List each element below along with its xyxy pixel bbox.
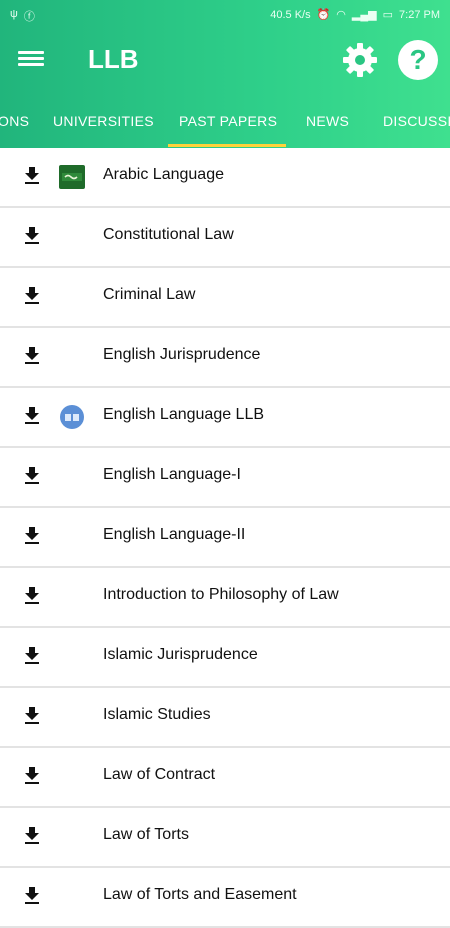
signal-icon: ▂▄▆ <box>351 9 377 21</box>
toolbar: LLB ? <box>0 30 450 92</box>
tab-ons[interactable]: ONS <box>0 100 29 148</box>
list-item-label: Islamic Jurisprudence <box>103 646 258 663</box>
status-bar: ψ ⓕ 40.5 K/s ⏰ ◠ ▂▄▆ ▭ 7:27 PM <box>0 0 450 30</box>
list-item-label: English Language LLB <box>103 406 265 423</box>
facebook-icon: ⓕ <box>23 11 35 23</box>
list-item-label: English Language-I <box>103 466 241 483</box>
download-icon[interactable] <box>20 464 44 488</box>
past-papers-list: Arabic Language Constitutional Law Crimina… <box>0 148 450 928</box>
hamburger-menu-icon[interactable] <box>18 48 44 70</box>
list-item-label: Constitutional Law <box>103 226 234 243</box>
list-item-label: Islamic Studies <box>103 706 211 723</box>
wifi-icon: ◠ <box>336 9 346 21</box>
tab-past-papers[interactable]: PAST PAPERS <box>179 100 277 148</box>
usb-icon: ψ <box>10 8 18 20</box>
tab-bar: ONS UNIVERSITIES PAST PAPERS NEWS DISCUS… <box>0 100 450 148</box>
active-tab-indicator <box>168 144 286 147</box>
english-book-icon <box>58 404 86 430</box>
list-item-label: Introduction to Philosophy of Law <box>103 586 339 603</box>
list-item-label: Law of Torts <box>103 826 189 843</box>
download-icon[interactable] <box>20 704 44 728</box>
tab-news[interactable]: NEWS <box>306 100 349 148</box>
page-title: LLB <box>88 44 139 74</box>
list-item[interactable]: Criminal Law <box>0 268 450 328</box>
list-item[interactable]: Islamic Jurisprudence <box>0 628 450 688</box>
list-item-label: English Jurisprudence <box>103 346 261 363</box>
arabic-book-icon <box>58 164 86 190</box>
app-bar: ψ ⓕ 40.5 K/s ⏰ ◠ ▂▄▆ ▭ 7:27 PM LLB ? ONS… <box>0 0 450 148</box>
list-item[interactable]: Islamic Studies <box>0 688 450 748</box>
list-item-label: Law of Torts and Easement <box>103 886 297 903</box>
download-icon[interactable] <box>20 524 44 548</box>
status-time: 7:27 PM <box>399 8 440 21</box>
download-icon[interactable] <box>20 164 44 188</box>
battery-icon: ▭ <box>382 9 394 21</box>
list-item-label: Criminal Law <box>103 286 196 303</box>
list-item[interactable]: Law of Contract <box>0 748 450 808</box>
download-icon[interactable] <box>20 764 44 788</box>
list-item-label: English Language-II <box>103 526 246 543</box>
help-icon[interactable]: ? <box>398 40 438 80</box>
list-item[interactable]: English Language-I <box>0 448 450 508</box>
download-icon[interactable] <box>20 344 44 368</box>
download-icon[interactable] <box>20 404 44 428</box>
list-item[interactable]: English Language LLB <box>0 388 450 448</box>
alarm-icon: ⏰ <box>316 9 331 21</box>
status-left: ψ ⓕ <box>10 8 35 24</box>
tab-discussion[interactable]: DISCUSSI <box>383 100 450 148</box>
network-speed: 40.5 K/s <box>270 8 311 21</box>
download-icon[interactable] <box>20 884 44 908</box>
list-item[interactable]: Constitutional Law <box>0 208 450 268</box>
list-item[interactable]: Arabic Language <box>0 148 450 208</box>
list-item[interactable]: Law of Torts <box>0 808 450 868</box>
download-icon[interactable] <box>20 584 44 608</box>
tab-universities[interactable]: UNIVERSITIES <box>53 100 154 148</box>
list-item[interactable]: Introduction to Philosophy of Law <box>0 568 450 628</box>
download-icon[interactable] <box>20 284 44 308</box>
status-right: 40.5 K/s ⏰ ◠ ▂▄▆ ▭ 7:27 PM <box>270 8 440 22</box>
list-item-label: Law of Contract <box>103 766 216 783</box>
list-item-label: Arabic Language <box>103 166 224 183</box>
list-item[interactable]: English Language-II <box>0 508 450 568</box>
download-icon[interactable] <box>20 644 44 668</box>
gear-icon[interactable] <box>340 40 380 80</box>
download-icon[interactable] <box>20 224 44 248</box>
list-item[interactable]: Law of Torts and Easement <box>0 868 450 928</box>
list-item[interactable]: English Jurisprudence <box>0 328 450 388</box>
download-icon[interactable] <box>20 824 44 848</box>
